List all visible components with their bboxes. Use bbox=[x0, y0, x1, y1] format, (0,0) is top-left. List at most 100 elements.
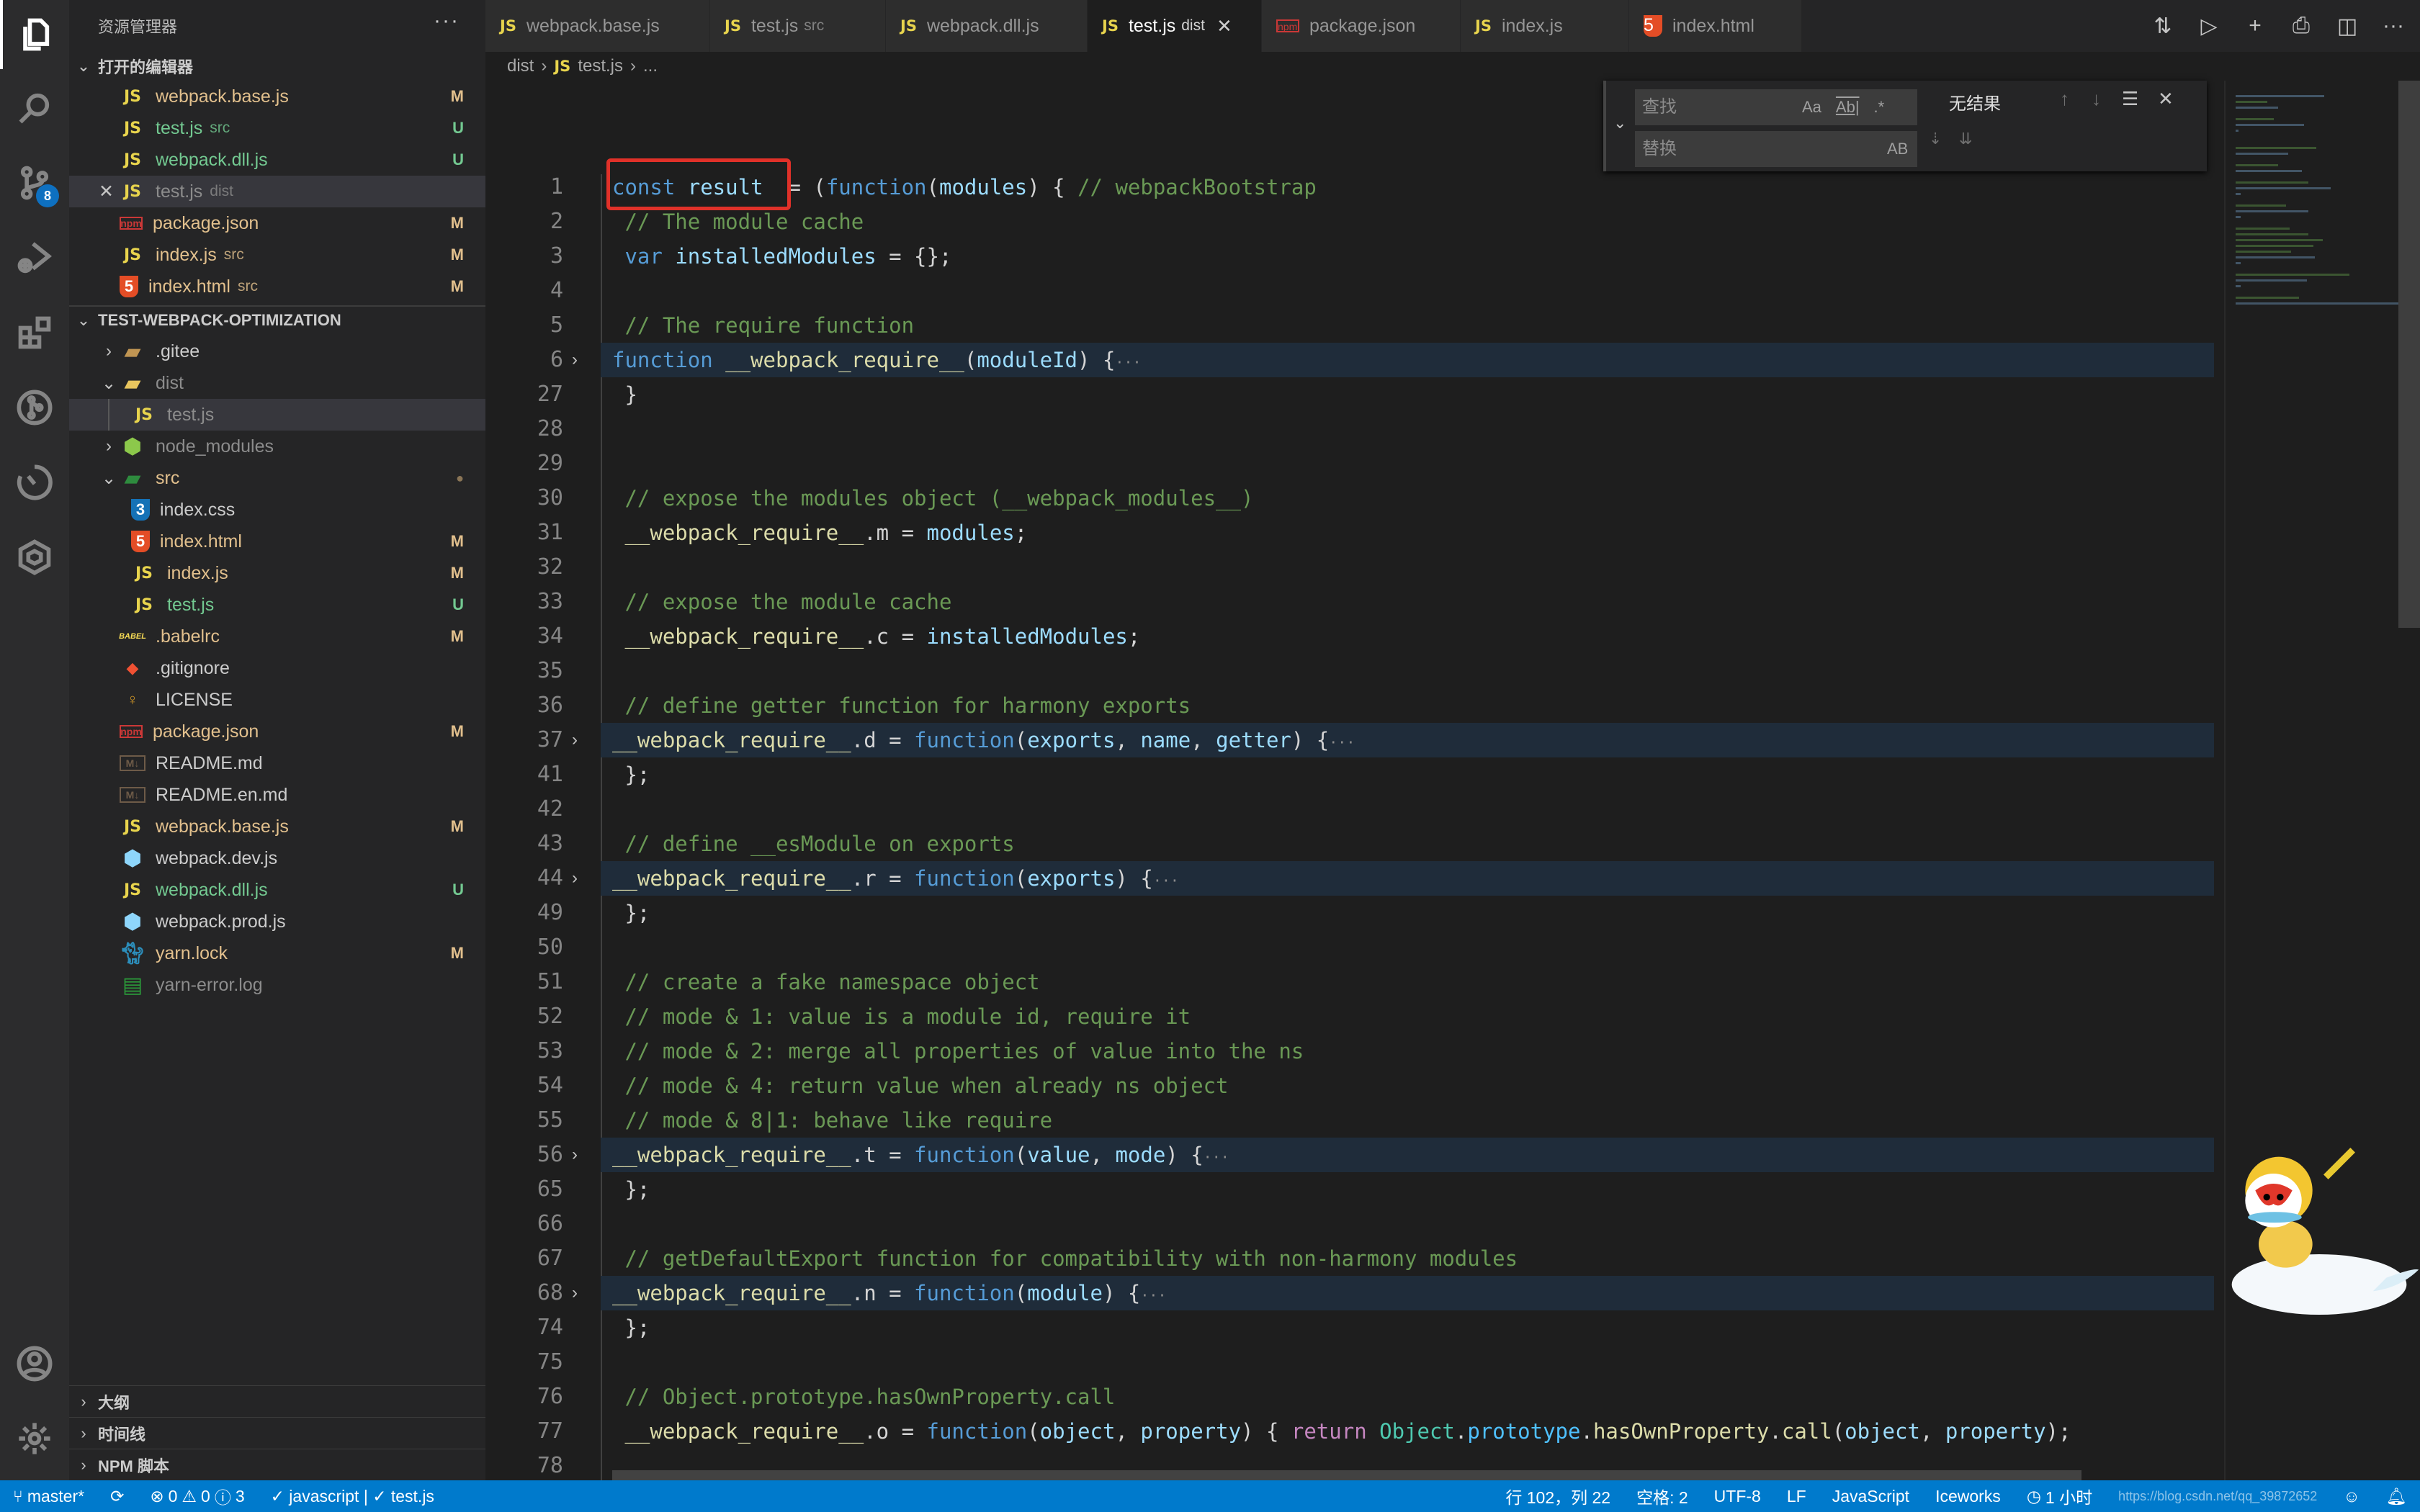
project-header[interactable]: ⌄ TEST-WEBPACK-OPTIMIZATION bbox=[69, 305, 485, 334]
toggle-replace-button[interactable]: ⌄ bbox=[1613, 114, 1626, 132]
code-line[interactable]: // define getter function for harmony ex… bbox=[612, 688, 2224, 723]
activity-source-control[interactable]: 8 bbox=[0, 148, 69, 217]
iceworks-status[interactable]: Iceworks bbox=[1922, 1487, 2014, 1506]
code-line[interactable] bbox=[612, 446, 2224, 481]
eslint-status[interactable]: ✓ javascript | ✓ test.js bbox=[258, 1487, 447, 1506]
scrollbar-thumb[interactable] bbox=[2398, 81, 2420, 628]
code-line[interactable]: }; bbox=[612, 896, 2224, 930]
open-editor-item[interactable]: ✕ JS test.js dist bbox=[69, 176, 485, 207]
tree-item[interactable]: npm package.json M bbox=[69, 716, 485, 747]
code-line[interactable] bbox=[612, 550, 2224, 585]
code-line[interactable]: // expose the module cache bbox=[612, 585, 2224, 619]
code-line[interactable]: // getDefaultExport function for compati… bbox=[612, 1241, 2224, 1276]
feedback-button[interactable]: ☺ bbox=[2330, 1487, 2372, 1506]
indentation[interactable]: 空格: 2 bbox=[1623, 1484, 1701, 1508]
tab-index-html[interactable]: 5 index.html bbox=[1629, 0, 1802, 52]
code-line[interactable]: var installedModules = {}; bbox=[612, 239, 2224, 274]
tree-item[interactable]: ♀ LICENSE bbox=[69, 684, 485, 716]
code-line[interactable] bbox=[612, 274, 2224, 308]
close-tab-icon[interactable]: ✕ bbox=[1216, 15, 1232, 37]
fold-chevron-icon[interactable]: › bbox=[572, 861, 589, 896]
code-line[interactable]: // expose the modules object (__webpack_… bbox=[612, 481, 2224, 516]
explorer-more-button[interactable]: ··· bbox=[434, 9, 460, 33]
tree-item[interactable]: JS index.js M bbox=[69, 557, 485, 589]
chevron-down-icon[interactable]: ⌄ bbox=[98, 373, 120, 394]
code-line[interactable]: // The require function bbox=[612, 308, 2224, 343]
code-line[interactable]: }; bbox=[612, 1172, 2224, 1207]
tree-item[interactable]: › ▰ .gitee bbox=[69, 336, 485, 367]
code-line[interactable]: const result = (function(modules) { // w… bbox=[612, 170, 2224, 204]
npm-scripts-section[interactable]: › NPM 脚本 bbox=[69, 1449, 485, 1480]
chevron-right-icon[interactable]: › bbox=[98, 436, 120, 456]
code-line[interactable]: // mode & 2: merge all properties of val… bbox=[612, 1034, 2224, 1068]
open-editor-item[interactable]: 5 index.html src M bbox=[69, 271, 485, 302]
tab-package-json[interactable]: npm package.json bbox=[1262, 0, 1461, 52]
regex-toggle[interactable]: .* bbox=[1874, 98, 1885, 117]
timeline-section[interactable]: › 时间线 bbox=[69, 1417, 485, 1449]
tree-item[interactable]: JS test.js bbox=[69, 399, 485, 431]
code-line[interactable]: }; bbox=[612, 1310, 2224, 1345]
problems-indicator[interactable]: ⊗ 0 ⚠ 0 ⓘ 3 bbox=[137, 1484, 257, 1508]
tab-test-js[interactable]: JS test.js src bbox=[710, 0, 886, 52]
find-in-selection-button[interactable]: ☰ bbox=[2122, 88, 2138, 110]
tab-test-js[interactable]: JS test.js dist ✕ bbox=[1088, 0, 1262, 52]
tree-item[interactable]: M↓ README.en.md bbox=[69, 779, 485, 811]
tree-item[interactable]: 5 index.html M bbox=[69, 526, 485, 557]
code-line[interactable] bbox=[612, 654, 2224, 688]
open-editors-header[interactable]: ⌄ 打开的编辑器 bbox=[69, 52, 485, 81]
open-editor-item[interactable]: JS webpack.base.js M bbox=[69, 81, 485, 112]
tree-item[interactable]: ⌄ ▰ src ● bbox=[69, 462, 485, 494]
code-line[interactable]: __webpack_require__.t = function(value, … bbox=[601, 1138, 2214, 1172]
close-icon[interactable]: ✕ bbox=[69, 181, 120, 202]
whole-word-toggle[interactable]: Ab| bbox=[1836, 98, 1860, 117]
code-line[interactable] bbox=[612, 1345, 2224, 1380]
cursor-position[interactable]: 行 102，列 22 bbox=[1492, 1484, 1623, 1508]
tab-webpack-dll-js[interactable]: JS webpack.dll.js bbox=[886, 0, 1088, 52]
open-changes-icon[interactable]: ⇅ bbox=[2151, 14, 2175, 39]
chevron-right-icon[interactable]: › bbox=[98, 341, 120, 361]
code-line[interactable]: // mode & 1: value is a module id, requi… bbox=[612, 999, 2224, 1034]
breadcrumb-symbol[interactable]: ... bbox=[643, 56, 658, 76]
code-editor[interactable]: 1 const result = (function(modules) { // … bbox=[485, 81, 2224, 1480]
previous-match-button[interactable]: ↑ bbox=[2060, 88, 2069, 110]
code-line[interactable] bbox=[612, 1207, 2224, 1241]
new-icon[interactable]: + bbox=[2243, 14, 2267, 38]
code-line[interactable]: // Object.prototype.hasOwnProperty.call bbox=[612, 1380, 2224, 1414]
tree-item[interactable]: JS webpack.dll.js U bbox=[69, 874, 485, 906]
tree-item[interactable]: ⌄ ▰ dist bbox=[69, 367, 485, 399]
open-editor-item[interactable]: npm package.json M bbox=[69, 207, 485, 239]
split-editor-icon[interactable]: ◫ bbox=[2335, 14, 2360, 39]
match-case-toggle[interactable]: Aa bbox=[1802, 98, 1821, 117]
language-mode[interactable]: JavaScript bbox=[1819, 1487, 1922, 1506]
code-line[interactable]: // mode & 4: return value when already n… bbox=[612, 1068, 2224, 1103]
branch-indicator[interactable]: ⑂ master* bbox=[0, 1487, 97, 1506]
code-line[interactable]: __webpack_require__.d = function(exports… bbox=[601, 723, 2214, 757]
open-editor-item[interactable]: JS test.js src U bbox=[69, 112, 485, 144]
activity-timer[interactable] bbox=[0, 448, 69, 517]
code-line[interactable] bbox=[612, 792, 2224, 827]
code-line[interactable]: __webpack_require__.n = function(module)… bbox=[601, 1276, 2214, 1310]
fold-chevron-icon[interactable]: › bbox=[572, 723, 589, 757]
tree-item[interactable]: ◆ .gitignore bbox=[69, 652, 485, 684]
outline-section[interactable]: › 大纲 bbox=[69, 1385, 485, 1417]
tree-item[interactable]: › ⬢ node_modules bbox=[69, 431, 485, 462]
replace-button[interactable]: ⇣ bbox=[1929, 130, 1942, 148]
fold-chevron-icon[interactable]: › bbox=[572, 343, 589, 377]
next-match-button[interactable]: ↓ bbox=[2092, 88, 2101, 110]
activity-manage[interactable] bbox=[0, 1404, 69, 1473]
code-line[interactable]: // define __esModule on exports bbox=[612, 827, 2224, 861]
tree-item[interactable]: ▤ yarn-error.log bbox=[69, 969, 485, 1001]
more-actions-icon[interactable]: ··· bbox=[2381, 14, 2406, 38]
code-line[interactable]: __webpack_require__.r = function(exports… bbox=[601, 861, 2214, 896]
replace-input[interactable] bbox=[1635, 131, 1917, 167]
run-icon[interactable]: ▷ bbox=[2197, 14, 2221, 39]
open-editor-item[interactable]: JS webpack.dll.js U bbox=[69, 144, 485, 176]
code-line[interactable]: function __webpack_require__(moduleId) {… bbox=[601, 343, 2214, 377]
code-line[interactable]: }; bbox=[612, 757, 2224, 792]
tree-item[interactable]: ⬢ webpack.prod.js bbox=[69, 906, 485, 937]
close-find-button[interactable]: ✕ bbox=[2158, 88, 2174, 110]
tree-item[interactable]: M↓ README.md bbox=[69, 747, 485, 779]
code-line[interactable]: // The module cache bbox=[612, 204, 2224, 239]
timer-status[interactable]: ◷ 1 小时 bbox=[2014, 1484, 2105, 1508]
tree-item[interactable]: JS test.js U bbox=[69, 589, 485, 621]
